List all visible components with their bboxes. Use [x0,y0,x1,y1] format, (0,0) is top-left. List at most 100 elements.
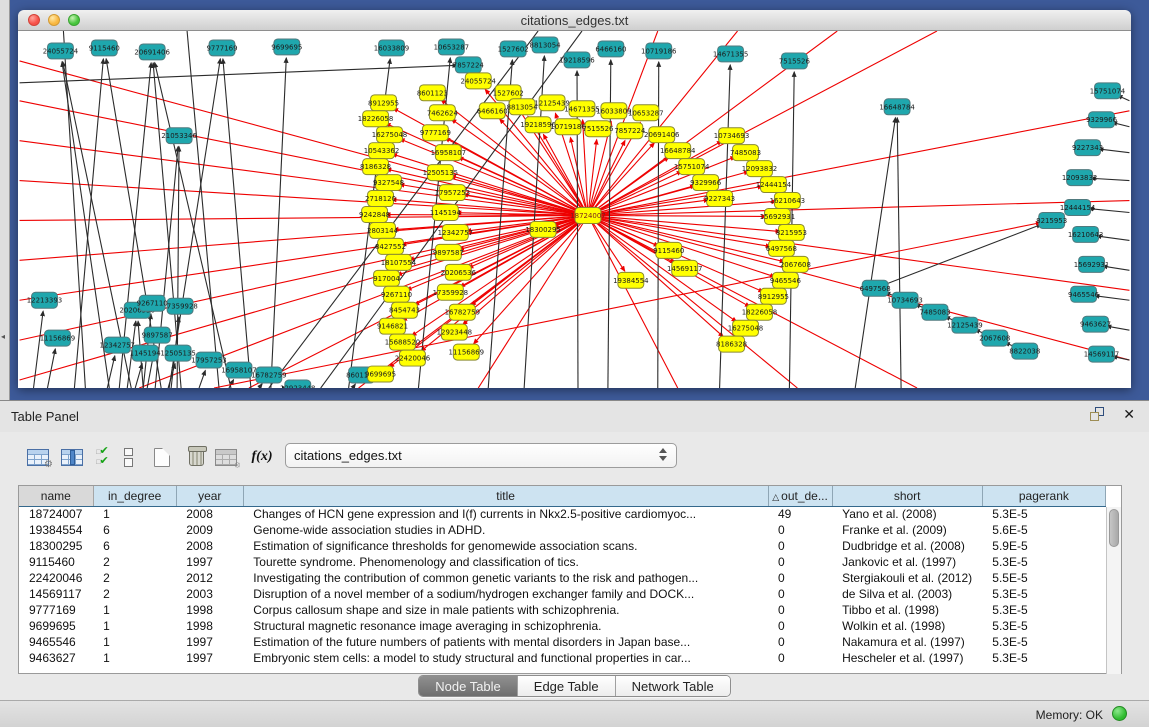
network-node[interactable]: 11156869 [40,330,75,346]
table-row[interactable]: 946362711997Embryonic stem cells: a mode… [19,650,1106,666]
network-node[interactable]: 15688520 [385,334,420,350]
table-row[interactable]: 1456911722003Disruption of a novel membe… [19,586,1106,602]
new-table-icon[interactable] [148,443,176,471]
table-row[interactable]: 2242004622012Investigating the contribut… [19,570,1106,586]
network-node[interactable]: 2718120 [365,191,396,207]
table-cell[interactable]: 2 [93,570,176,586]
table-cell[interactable]: 0 [768,522,832,538]
table-row[interactable]: 1872400712008Changes of HCN gene express… [19,506,1106,522]
network-node[interactable]: 14671355 [713,46,748,62]
table-cell[interactable]: 0 [768,618,832,634]
network-node[interactable]: 6466160 [477,103,508,119]
network-node[interactable]: 9699695 [271,39,302,55]
table-cell[interactable]: 1997 [176,554,243,570]
column-header-year[interactable]: year [176,486,243,506]
close-window-button[interactable] [28,14,40,26]
table-row[interactable]: 1830029562008Estimation of significance … [19,538,1106,554]
table-cell[interactable]: Genome-wide association studies in ADHD. [243,522,768,538]
network-node[interactable]: 9699695 [365,366,396,382]
network-node[interactable]: 12342757 [438,224,473,240]
network-node[interactable]: 8601123 [417,85,448,101]
network-node[interactable]: 10653287 [434,39,469,55]
network-node[interactable]: 18300295 [525,221,560,237]
select-columns-icon[interactable]: □✔□✔ [88,443,116,471]
network-node[interactable]: 9777169 [206,40,237,56]
network-node[interactable]: 7485083 [919,304,950,320]
table-cell[interactable]: Dudbridge et al. (2008) [832,538,982,554]
column-header-out_de[interactable]: △out_de... [768,486,832,506]
network-node[interactable]: 16958107 [431,145,466,161]
network-node[interactable]: 7857224 [614,123,646,139]
network-node[interactable]: 16033809 [596,103,631,119]
table-cell[interactable]: Embryonic stem cells: a model to study s… [243,650,768,666]
network-node[interactable]: 11156869 [449,344,484,360]
network-node[interactable]: 8813054 [530,37,562,53]
network-node[interactable]: 9267110 [137,295,168,311]
network-node[interactable]: 9115460 [89,40,120,56]
table-cell[interactable]: 1 [93,634,176,650]
network-node[interactable]: 16275048 [728,320,763,336]
table-row[interactable]: 1938455462009Genome-wide association stu… [19,522,1106,538]
table-cell[interactable]: Stergiakouli et al. (2012) [832,570,982,586]
table-cell[interactable]: Estimation of the future numbers of pati… [243,634,768,650]
table-cell[interactable]: Investigating the contribution of common… [243,570,768,586]
network-node[interactable]: 19384554 [613,272,649,288]
network-canvas[interactable]: 2405572491154602069140697771699699695160… [18,31,1131,388]
table-cell[interactable]: Jankovic et al. (1997) [832,554,982,570]
network-node[interactable]: 10653287 [628,105,663,121]
function-builder-icon[interactable]: f(x) [248,443,276,471]
network-node[interactable]: 16648784 [660,143,696,159]
network-node[interactable]: 9897587 [433,244,464,260]
table-cell[interactable]: 0 [768,650,832,666]
column-header-pagerank[interactable]: pagerank [982,486,1105,506]
column-header-in_degree[interactable]: in_degree [93,486,176,506]
table-settings-icon[interactable]: ⚙ [24,443,52,471]
network-node[interactable]: 9115460 [653,242,684,258]
table-cell[interactable]: 9777169 [19,602,93,618]
network-node[interactable]: 16648784 [879,99,915,115]
table-cell[interactable]: 0 [768,586,832,602]
network-node[interactable]: 1527602 [498,41,529,57]
table-cell[interactable]: 14569117 [19,586,93,602]
table-cell[interactable]: 5.3E-5 [982,634,1105,650]
network-node[interactable]: 18226058 [742,304,777,320]
table-row[interactable]: 977716911998Corpus callosum shape and si… [19,602,1106,618]
network-node[interactable]: 12505135 [423,165,458,181]
delete-table-icon[interactable] [182,443,210,471]
network-node[interactable]: 7485083 [730,145,761,161]
network-node[interactable]: 9465546 [1068,286,1099,302]
network-node[interactable]: 17957253 [435,185,470,201]
table-cell[interactable]: Estimation of significance thresholds fo… [243,538,768,554]
column-header-title[interactable]: title [243,486,768,506]
table-cell[interactable]: 9465546 [19,634,93,650]
network-node[interactable]: 9329966 [1086,112,1117,128]
network-node[interactable]: 8822038 [1009,343,1040,359]
network-node[interactable]: 20206536 [441,264,476,280]
network-node[interactable]: 24055724 [43,43,79,59]
network-node[interactable]: 21053346 [161,128,196,144]
network-node[interactable]: 15751074 [674,159,710,175]
network-node[interactable]: 7857224 [453,57,485,73]
column-header-short[interactable]: short [832,486,982,506]
table-cell[interactable]: 18300295 [19,538,93,554]
network-node[interactable]: 2067608 [780,256,811,272]
network-node[interactable]: 7462624 [427,105,459,121]
network-node[interactable]: 10719186 [550,119,585,135]
table-cell[interactable]: de Silva et al. (2003) [832,586,982,602]
network-node[interactable]: 8186328 [716,336,747,352]
table-cell[interactable]: 18724007 [19,506,93,522]
network-node[interactable]: 9146821 [377,318,408,334]
network-node[interactable]: 7515526 [779,53,810,69]
network-node[interactable]: 18107554 [381,254,417,270]
table-cell[interactable]: 0 [768,538,832,554]
table-cell[interactable]: 0 [768,634,832,650]
table-cell[interactable]: Tibbo et al. (1998) [832,602,982,618]
table-cell[interactable]: 5.6E-5 [982,522,1105,538]
table-cell[interactable]: Yano et al. (2008) [832,506,982,522]
table-cell[interactable]: 5.9E-5 [982,538,1105,554]
network-node[interactable]: 10543362 [364,143,399,159]
table-cell[interactable]: 0 [768,570,832,586]
table-cell[interactable]: Hescheler et al. (1997) [832,650,982,666]
table-cell[interactable]: 5.3E-5 [982,586,1105,602]
table-cell[interactable]: 9699695 [19,618,93,634]
